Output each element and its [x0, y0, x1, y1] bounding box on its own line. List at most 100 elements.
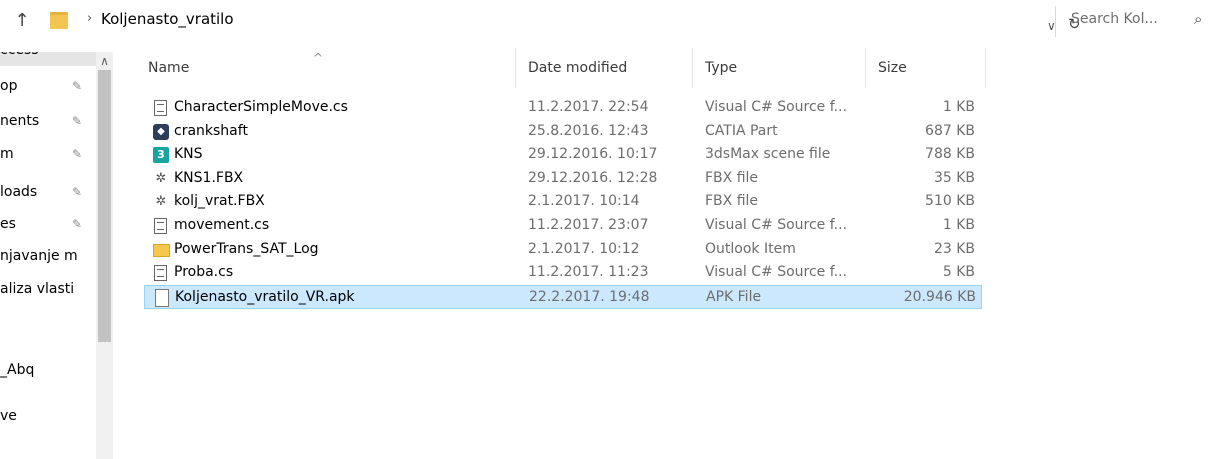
file-type: FBX file — [705, 169, 759, 186]
file-row[interactable]: ✲ kolj_vrat.FBX 2.1.2017. 10:14 FBX file 510… — [144, 190, 982, 214]
file-name: CharacterSimpleMove.cs — [174, 99, 348, 115]
file-row[interactable]: CharacterSimpleMove.cs 11.2.2017. 22:54 Vi… — [144, 96, 982, 120]
file-date-modified: 11.2.2017. 11:23 — [528, 264, 649, 281]
file-size: 1 KB — [942, 99, 975, 115]
nav-item-label: op — [0, 78, 18, 94]
nav-item[interactable]: loads ✎ — [0, 180, 96, 208]
file-row[interactable]: 3 KNS 29.12.2016. 10:17 3dsMax scene file 78… — [144, 143, 982, 167]
column-header-date[interactable]: Date modified — [516, 48, 693, 88]
nav-item[interactable]: ccess — [0, 52, 96, 66]
column-label-name: Name — [148, 60, 190, 76]
column-header-size[interactable]: Size — [866, 48, 986, 88]
file-type: CATIA Part — [705, 122, 778, 139]
folder-icon — [50, 12, 68, 29]
file-date-modified: 22.2.2017. 19:48 — [529, 288, 650, 305]
file-date-modified: 11.2.2017. 22:54 — [528, 99, 649, 115]
pin-icon[interactable]: ✎ — [72, 185, 82, 199]
column-header-row: Name ^ Date modified Type Size — [136, 48, 986, 88]
file-size: 687 KB — [925, 122, 975, 139]
chevron-right-icon[interactable]: › — [87, 11, 92, 26]
nav-item[interactable]: m ✎ — [0, 142, 96, 170]
column-header-name[interactable]: Name ^ — [136, 48, 516, 88]
nav-item[interactable]: op ✎ — [0, 74, 96, 102]
blank-file-icon — [155, 288, 169, 307]
file-date-modified: 25.8.2016. 12:43 — [528, 122, 649, 139]
file-size: 23 KB — [933, 240, 975, 257]
file-row[interactable]: ◆ crankshaft 25.8.2016. 12:43 CATIA Part 687… — [144, 120, 982, 144]
fbx-icon: ✲ — [155, 194, 167, 210]
file-type: FBX file — [705, 193, 759, 210]
search-icon[interactable]: ⌕ — [1194, 10, 1202, 28]
nav-scrollbar[interactable]: ∧ — [96, 52, 113, 459]
file-name: PowerTrans_SAT_Log — [174, 240, 319, 257]
nav-item-label: ve — [0, 408, 17, 424]
nav-item-label: m — [0, 146, 14, 162]
text-file-icon — [154, 218, 167, 234]
scroll-up-icon[interactable]: ∧ — [96, 54, 113, 68]
pin-icon[interactable]: ✎ — [72, 114, 82, 128]
file-name: KNS — [174, 146, 203, 163]
file-row[interactable]: ✲ KNS1.FBX 29.12.2016. 12:28 FBX file 35 KB — [144, 167, 982, 191]
nav-item-label: _Abq — [0, 362, 35, 378]
file-row[interactable]: Koljenasto_vratilo_VR.apk 22.2.2017. 19:4… — [144, 284, 982, 309]
file-row[interactable]: movement.cs 11.2.2017. 23:07 Visual C# Sou… — [144, 214, 982, 238]
sort-ascending-icon: ^ — [313, 51, 324, 65]
pin-icon[interactable]: ✎ — [72, 147, 82, 161]
column-header-type[interactable]: Type — [693, 48, 866, 88]
file-name: Koljenasto_vratilo_VR.apk — [175, 288, 355, 305]
file-name: KNS1.FBX — [174, 169, 244, 186]
address-bar[interactable]: › Koljenasto_vratilo ∨ ↻ — [45, 6, 1081, 37]
file-type: Outlook Item — [705, 240, 796, 257]
column-label-type: Type — [705, 60, 738, 76]
file-size: 788 KB — [925, 146, 975, 163]
column-label-date: Date modified — [528, 60, 628, 76]
file-date-modified: 2.1.2017. 10:12 — [528, 240, 640, 257]
file-row[interactable]: PowerTrans_SAT_Log 2.1.2017. 10:12 Outlook… — [144, 238, 982, 262]
text-file-icon — [154, 100, 167, 116]
file-date-modified: 29.12.2016. 10:17 — [528, 146, 658, 163]
file-name: Proba.cs — [174, 264, 234, 281]
file-type: Visual C# Source f... — [705, 99, 847, 115]
3dsmax-icon: 3 — [153, 147, 169, 164]
file-size: 20.946 KB — [903, 288, 976, 305]
catia-icon: ◆ — [153, 123, 169, 140]
file-name: crankshaft — [174, 122, 248, 139]
nav-item[interactable]: ve — [0, 404, 96, 432]
file-type: APK File — [706, 288, 762, 305]
file-date-modified: 2.1.2017. 10:14 — [528, 193, 640, 210]
file-size: 1 KB — [942, 217, 975, 233]
address-bar-row: ↑ › Koljenasto_vratilo ∨ ↻ Search Kol...… — [0, 0, 1214, 40]
pin-icon[interactable]: ✎ — [72, 79, 82, 93]
fbx-icon: ✲ — [155, 170, 167, 186]
file-size: 510 KB — [925, 193, 975, 210]
file-name: kolj_vrat.FBX — [174, 193, 265, 210]
nav-item-label: aliza vlasti — [0, 281, 75, 297]
file-type: Visual C# Source f... — [705, 217, 847, 233]
text-file-icon — [154, 265, 167, 282]
nav-item[interactable]: es ✎ — [0, 212, 96, 240]
column-label-size: Size — [878, 60, 907, 76]
search-input[interactable]: Search Kol... ⌕ — [1055, 6, 1214, 37]
mail-icon — [153, 243, 170, 257]
breadcrumb-current-folder[interactable]: Koljenasto_vratilo — [101, 10, 234, 28]
nav-item[interactable]: _Abq — [0, 358, 96, 386]
file-size: 35 KB — [933, 169, 975, 186]
nav-item[interactable]: aliza vlasti — [0, 277, 96, 305]
nav-item-label: nents — [0, 113, 40, 129]
up-arrow-icon[interactable]: ↑ — [11, 9, 33, 33]
nav-item[interactable]: nents ✎ — [0, 109, 96, 137]
file-type: 3dsMax scene file — [705, 146, 831, 163]
file-type: Visual C# Source f... — [705, 264, 847, 281]
pin-icon[interactable]: ✎ — [72, 217, 82, 231]
search-placeholder: Search Kol... — [1071, 11, 1158, 27]
file-row[interactable]: Proba.cs 11.2.2017. 11:23 Visual C# Source… — [144, 261, 982, 285]
nav-item[interactable]: njavanje m — [0, 244, 96, 272]
file-size: 5 KB — [942, 264, 975, 281]
nav-item-label: ccess — [0, 52, 39, 58]
nav-item-label: njavanje m — [0, 248, 78, 264]
scrollbar-thumb[interactable] — [98, 70, 111, 342]
file-date-modified: 29.12.2016. 12:28 — [528, 169, 658, 186]
nav-item-label: es — [0, 216, 16, 232]
nav-item-label: loads — [0, 184, 38, 200]
file-date-modified: 11.2.2017. 23:07 — [528, 217, 649, 233]
